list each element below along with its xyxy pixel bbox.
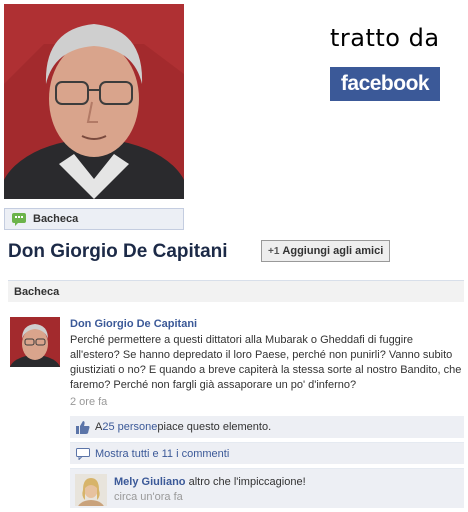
post-text: Perché permettere a questi dittatori all…: [70, 334, 462, 391]
comment-author-avatar[interactable]: [75, 474, 107, 506]
show-comments-row[interactable]: Mostra tutti e 11 i commenti: [70, 442, 464, 464]
wall-tab-label: Bacheca: [33, 213, 79, 225]
speech-bubble-icon: [11, 212, 27, 226]
show-all-comments-link[interactable]: Mostra tutti e 11 i commenti: [95, 448, 229, 460]
add-friend-label: Aggiungi agli amici: [282, 245, 384, 257]
facebook-logo: facebook: [330, 67, 440, 101]
comment-icon: [76, 447, 90, 460]
likes-suffix: piace questo elemento.: [157, 421, 272, 433]
post-author-avatar[interactable]: [10, 317, 60, 367]
comment-body: Mely Giuliano altro che l'impiccagione!: [114, 476, 306, 488]
comment-text: altro che l'impiccagione!: [185, 476, 306, 488]
comment-item: Mely Giuliano altro che l'impiccagione! …: [70, 468, 464, 508]
thumbs-up-icon: [76, 420, 90, 434]
wall-tab[interactable]: Bacheca: [4, 208, 184, 230]
wall-section-header: Bacheca: [8, 280, 464, 302]
post-author-link[interactable]: Don Giorgio De Capitani: [70, 318, 197, 330]
comment-author-link[interactable]: Mely Giuliano: [114, 476, 186, 488]
likes-people-link[interactable]: 25 persone: [102, 421, 157, 433]
post-timestamp[interactable]: 2 ore fa: [70, 396, 107, 408]
likes-row: A 25 persone piace questo elemento.: [70, 416, 464, 438]
profile-name: Don Giorgio De Capitani: [8, 241, 228, 262]
profile-photo[interactable]: [4, 4, 184, 199]
tratto-da-label: tratto da: [330, 24, 440, 52]
likes-prefix: A: [95, 421, 103, 433]
comment-timestamp[interactable]: circa un'ora fa: [114, 491, 183, 503]
add-friend-icon: +1: [268, 245, 280, 257]
add-friend-button[interactable]: +1 Aggiungi agli amici: [261, 240, 391, 262]
